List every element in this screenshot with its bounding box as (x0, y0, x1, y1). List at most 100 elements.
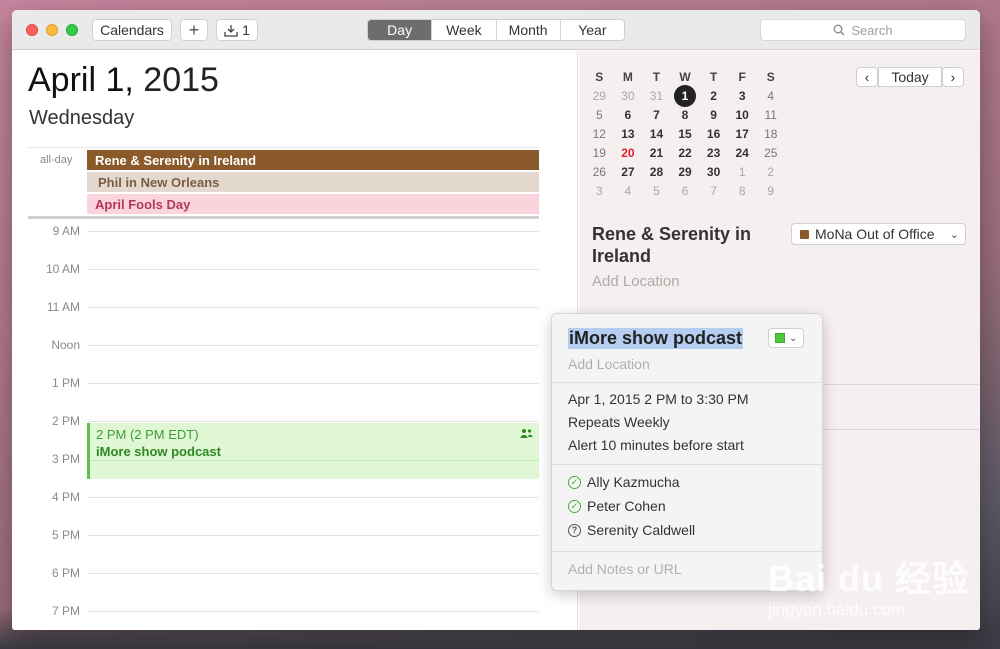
mini-calendar-day[interactable]: 3 (585, 184, 614, 198)
mini-calendar-day[interactable]: 30 (614, 89, 643, 103)
mini-calendar-day[interactable]: 6 (671, 184, 700, 198)
mini-calendar-day[interactable]: 8 (671, 108, 700, 122)
mini-calendar-day[interactable]: 22 (671, 146, 700, 160)
hour-row[interactable]: 5 PM (12, 528, 578, 573)
allday-event-rene-serenity[interactable]: Rene & Serenity in Ireland (87, 150, 539, 170)
tab-month[interactable]: Month (497, 20, 561, 40)
hour-gridline (88, 383, 539, 384)
hour-row[interactable]: 1 PM (12, 376, 578, 421)
invitee-row[interactable]: ✓ Ally Kazmucha (568, 474, 680, 490)
calendar-select[interactable]: MoNa Out of Office ⌄ (791, 223, 966, 245)
page-title: April 1, 2015 (28, 61, 219, 100)
mini-calendar-day[interactable]: 25 (756, 146, 785, 160)
search-input[interactable]: Search (760, 19, 966, 41)
detail-event-title[interactable]: Rene & Serenity in Ireland (592, 223, 772, 267)
mini-calendar-day[interactable]: 23 (699, 146, 728, 160)
calendars-button[interactable]: Calendars (92, 19, 172, 41)
mini-calendar-day[interactable]: 7 (699, 184, 728, 198)
mini-calendar-day[interactable]: 15 (671, 127, 700, 141)
accepted-check-icon: ✓ (568, 499, 581, 513)
popover-location-field[interactable]: Add Location (568, 356, 650, 372)
event-imore-podcast[interactable]: 2 PM (2 PM EDT) iMore show podcast (87, 423, 539, 479)
mini-calendar-day[interactable]: 7 (642, 108, 671, 122)
next-day-button[interactable]: › (942, 67, 964, 87)
mini-calendar-day[interactable]: 5 (585, 108, 614, 122)
mini-calendar-day[interactable]: 31 (642, 89, 671, 103)
mini-calendar-day[interactable]: 20 (614, 146, 643, 160)
popover-when[interactable]: Apr 1, 2015 2 PM to 3:30 PM (568, 391, 749, 407)
mini-calendar-day[interactable]: 24 (728, 146, 757, 160)
inbox-tray-icon (224, 24, 238, 37)
mini-calendar-day[interactable]: 11 (756, 108, 785, 122)
mini-calendar-day[interactable]: 2 (699, 89, 728, 103)
hour-gridline (88, 345, 539, 346)
mini-calendar-day[interactable]: 9 (756, 184, 785, 198)
minimize-window-button[interactable] (46, 24, 58, 36)
calendar-window: Calendars + 1 Day Week Month Year Search (12, 10, 980, 630)
plus-icon: + (188, 19, 200, 40)
mini-calendar-day[interactable]: 1 (674, 84, 696, 107)
mini-calendar-day[interactable]: 1 (728, 165, 757, 179)
close-window-button[interactable] (26, 24, 38, 36)
attendees-icon (520, 429, 533, 438)
allday-event-april-fools[interactable]: April Fools Day (87, 194, 539, 214)
hour-gridline (88, 535, 539, 536)
mini-calendar-day[interactable]: 27 (614, 165, 643, 179)
hour-row[interactable]: Noon (12, 338, 578, 383)
chevron-updown-icon: ⌄ (949, 228, 959, 241)
mini-calendar-day[interactable]: 16 (699, 127, 728, 141)
tab-year[interactable]: Year (561, 20, 624, 40)
tab-week[interactable]: Week (432, 20, 497, 40)
inbox-button[interactable]: 1 (216, 19, 258, 41)
mini-calendar-day[interactable]: 12 (585, 127, 614, 141)
mini-calendar-day[interactable]: 4 (756, 89, 785, 103)
add-event-button[interactable]: + (180, 19, 208, 41)
hour-row[interactable]: 11 AM (12, 300, 578, 345)
detail-location-field[interactable]: Add Location (592, 273, 680, 290)
mini-calendar-day[interactable]: 30 (699, 165, 728, 179)
mini-calendar-day[interactable]: 5 (642, 184, 671, 198)
hour-row[interactable]: 10 AM (12, 262, 578, 307)
mini-calendar-day[interactable]: 17 (728, 127, 757, 141)
mini-calendar-day[interactable]: 29 (585, 89, 614, 103)
mini-calendar-day[interactable]: 29 (671, 165, 700, 179)
mini-calendar-day[interactable]: 3 (728, 89, 757, 103)
popover-notes-field[interactable]: Add Notes or URL (568, 561, 682, 577)
allday-event-phil[interactable]: Phil in New Orleans (87, 172, 539, 192)
hour-label: 3 PM (51, 452, 80, 466)
search-placeholder: Search (851, 22, 893, 38)
today-button[interactable]: Today (878, 67, 942, 87)
mini-calendar-day[interactable]: 6 (614, 108, 643, 122)
invitee-row[interactable]: ✓ Peter Cohen (568, 498, 666, 514)
popover-alert[interactable]: Alert 10 minutes before start (568, 437, 744, 453)
previous-day-button[interactable]: ‹ (856, 67, 878, 87)
mini-calendar-day[interactable]: 28 (642, 165, 671, 179)
mini-calendar-day[interactable]: 26 (585, 165, 614, 179)
mini-calendar-day[interactable]: 2 (756, 165, 785, 179)
mini-calendar-day[interactable]: 4 (614, 184, 643, 198)
invitee-row[interactable]: ? Serenity Caldwell (568, 522, 695, 538)
mini-calendar-day[interactable]: 14 (642, 127, 671, 141)
toolbar: Calendars + 1 Day Week Month Year Search (12, 10, 980, 50)
popover-title-field[interactable]: iMore show podcast (568, 328, 744, 349)
mini-calendar-day[interactable]: 19 (585, 146, 614, 160)
zoom-window-button[interactable] (66, 24, 78, 36)
hour-row[interactable]: 9 AM (12, 224, 578, 269)
mini-calendar-day[interactable]: 9 (699, 108, 728, 122)
hour-row[interactable]: 6 PM (12, 566, 578, 611)
hour-label: 7 PM (51, 604, 80, 618)
hour-gridline (88, 269, 539, 270)
mini-calendar-day[interactable]: 8 (728, 184, 757, 198)
mini-calendar-day[interactable]: 13 (614, 127, 643, 141)
detail-divider (819, 429, 979, 430)
weekday-sun: S (595, 69, 604, 84)
hour-row[interactable]: 4 PM (12, 490, 578, 535)
tab-day[interactable]: Day (368, 20, 433, 40)
mini-calendar-day[interactable]: 18 (756, 127, 785, 141)
hour-row[interactable]: 7 PM (12, 604, 578, 630)
mini-calendar-day[interactable]: 10 (728, 108, 757, 122)
mini-calendar-day[interactable]: 21 (642, 146, 671, 160)
popover-repeat[interactable]: Repeats Weekly (568, 414, 670, 430)
inbox-count: 1 (242, 22, 250, 38)
popover-calendar-color-select[interactable]: ⌄ (768, 328, 804, 348)
